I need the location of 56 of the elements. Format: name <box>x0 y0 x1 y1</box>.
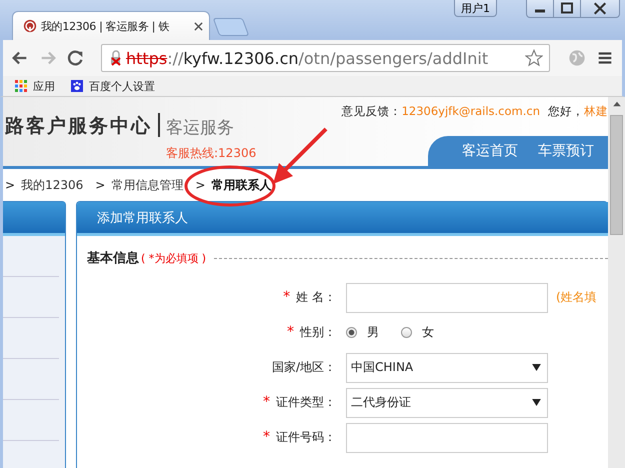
url-text: :// <box>167 48 184 68</box>
reload-icon[interactable] <box>67 49 85 67</box>
field-label: 国家/地区： <box>272 360 336 374</box>
breadcrumb-separator: > <box>195 178 206 192</box>
input-field[interactable] <box>346 422 548 452</box>
breadcrumb-separator: > <box>5 178 16 192</box>
breadcrumb-separator: > <box>95 178 106 192</box>
paw-icon <box>71 80 83 92</box>
hotline-text: 客服热线:12306 <box>166 145 256 162</box>
scrollbar[interactable] <box>608 97 625 468</box>
breadcrumb-link[interactable]: 常用联系人 <box>211 176 272 194</box>
input-field[interactable] <box>346 282 548 312</box>
apps-grid-icon <box>15 80 27 92</box>
breadcrumb-link[interactable]: 我的12306 <box>21 176 84 194</box>
service-title: 客运服务 <box>166 117 235 139</box>
scrollbar-thumb[interactable] <box>610 115 623 235</box>
radio-button[interactable] <box>401 327 412 338</box>
user-button[interactable]: 用户1 <box>454 0 497 17</box>
field-label: 性别： <box>300 325 336 339</box>
browser-tab[interactable]: 我的12306 | 客运服务 | 铁 <box>12 11 210 40</box>
required-mark: * <box>287 324 294 340</box>
bookmark[interactable]: 应用 <box>15 78 55 94</box>
radio-label: 女 <box>422 324 434 341</box>
section-title: 基本信息 <box>87 250 139 267</box>
feedback-label: 意见反馈： <box>342 104 402 118</box>
required-mark: * <box>263 429 270 445</box>
field-label: 姓 名： <box>296 290 336 304</box>
nav-link[interactable]: 车票预订 <box>538 142 594 160</box>
caret-icon <box>532 364 541 371</box>
bookmark[interactable]: 百度个人设置 <box>71 78 155 94</box>
radio-button[interactable] <box>346 327 357 338</box>
tab-title: 我的12306 | 客运服务 | 铁 <box>41 18 170 34</box>
field-label: 证件号码： <box>276 430 336 444</box>
url-text: /otn/passengers/addInit <box>298 48 488 68</box>
dropdown[interactable]: 中国CHINA <box>346 352 548 382</box>
breadcrumb-link[interactable]: 常用信息管理 <box>111 176 184 194</box>
star-icon[interactable] <box>525 49 543 67</box>
address-bar[interactable]: https://kyfw.12306.cn/otn/passengers/addInit <box>101 44 550 72</box>
required-mark: * <box>283 289 290 305</box>
nav-link[interactable]: 客运首页 <box>462 142 518 160</box>
field-label: 证件类型： <box>276 395 336 409</box>
field-hint: (姓名填 <box>556 289 597 306</box>
dropdown[interactable]: 二代身份证 <box>346 388 548 418</box>
site-logo-text: 路客户服务中心 <box>5 114 152 139</box>
greeting-text: 您好， <box>548 104 584 118</box>
panel-title: 添加常用联系人 <box>97 210 188 226</box>
close-icon[interactable] <box>194 22 203 30</box>
radio-label: 男 <box>367 324 379 341</box>
required-mark: * <box>263 394 270 410</box>
railway-logo-icon <box>23 19 37 33</box>
required-note: ( *为必填项 ) <box>141 250 206 266</box>
back-icon[interactable] <box>11 49 29 67</box>
url-text: https <box>126 48 168 68</box>
scroll-up-icon[interactable] <box>612 101 620 107</box>
caret-icon <box>532 399 541 406</box>
url-text: kyfw.12306.cn <box>183 48 298 68</box>
